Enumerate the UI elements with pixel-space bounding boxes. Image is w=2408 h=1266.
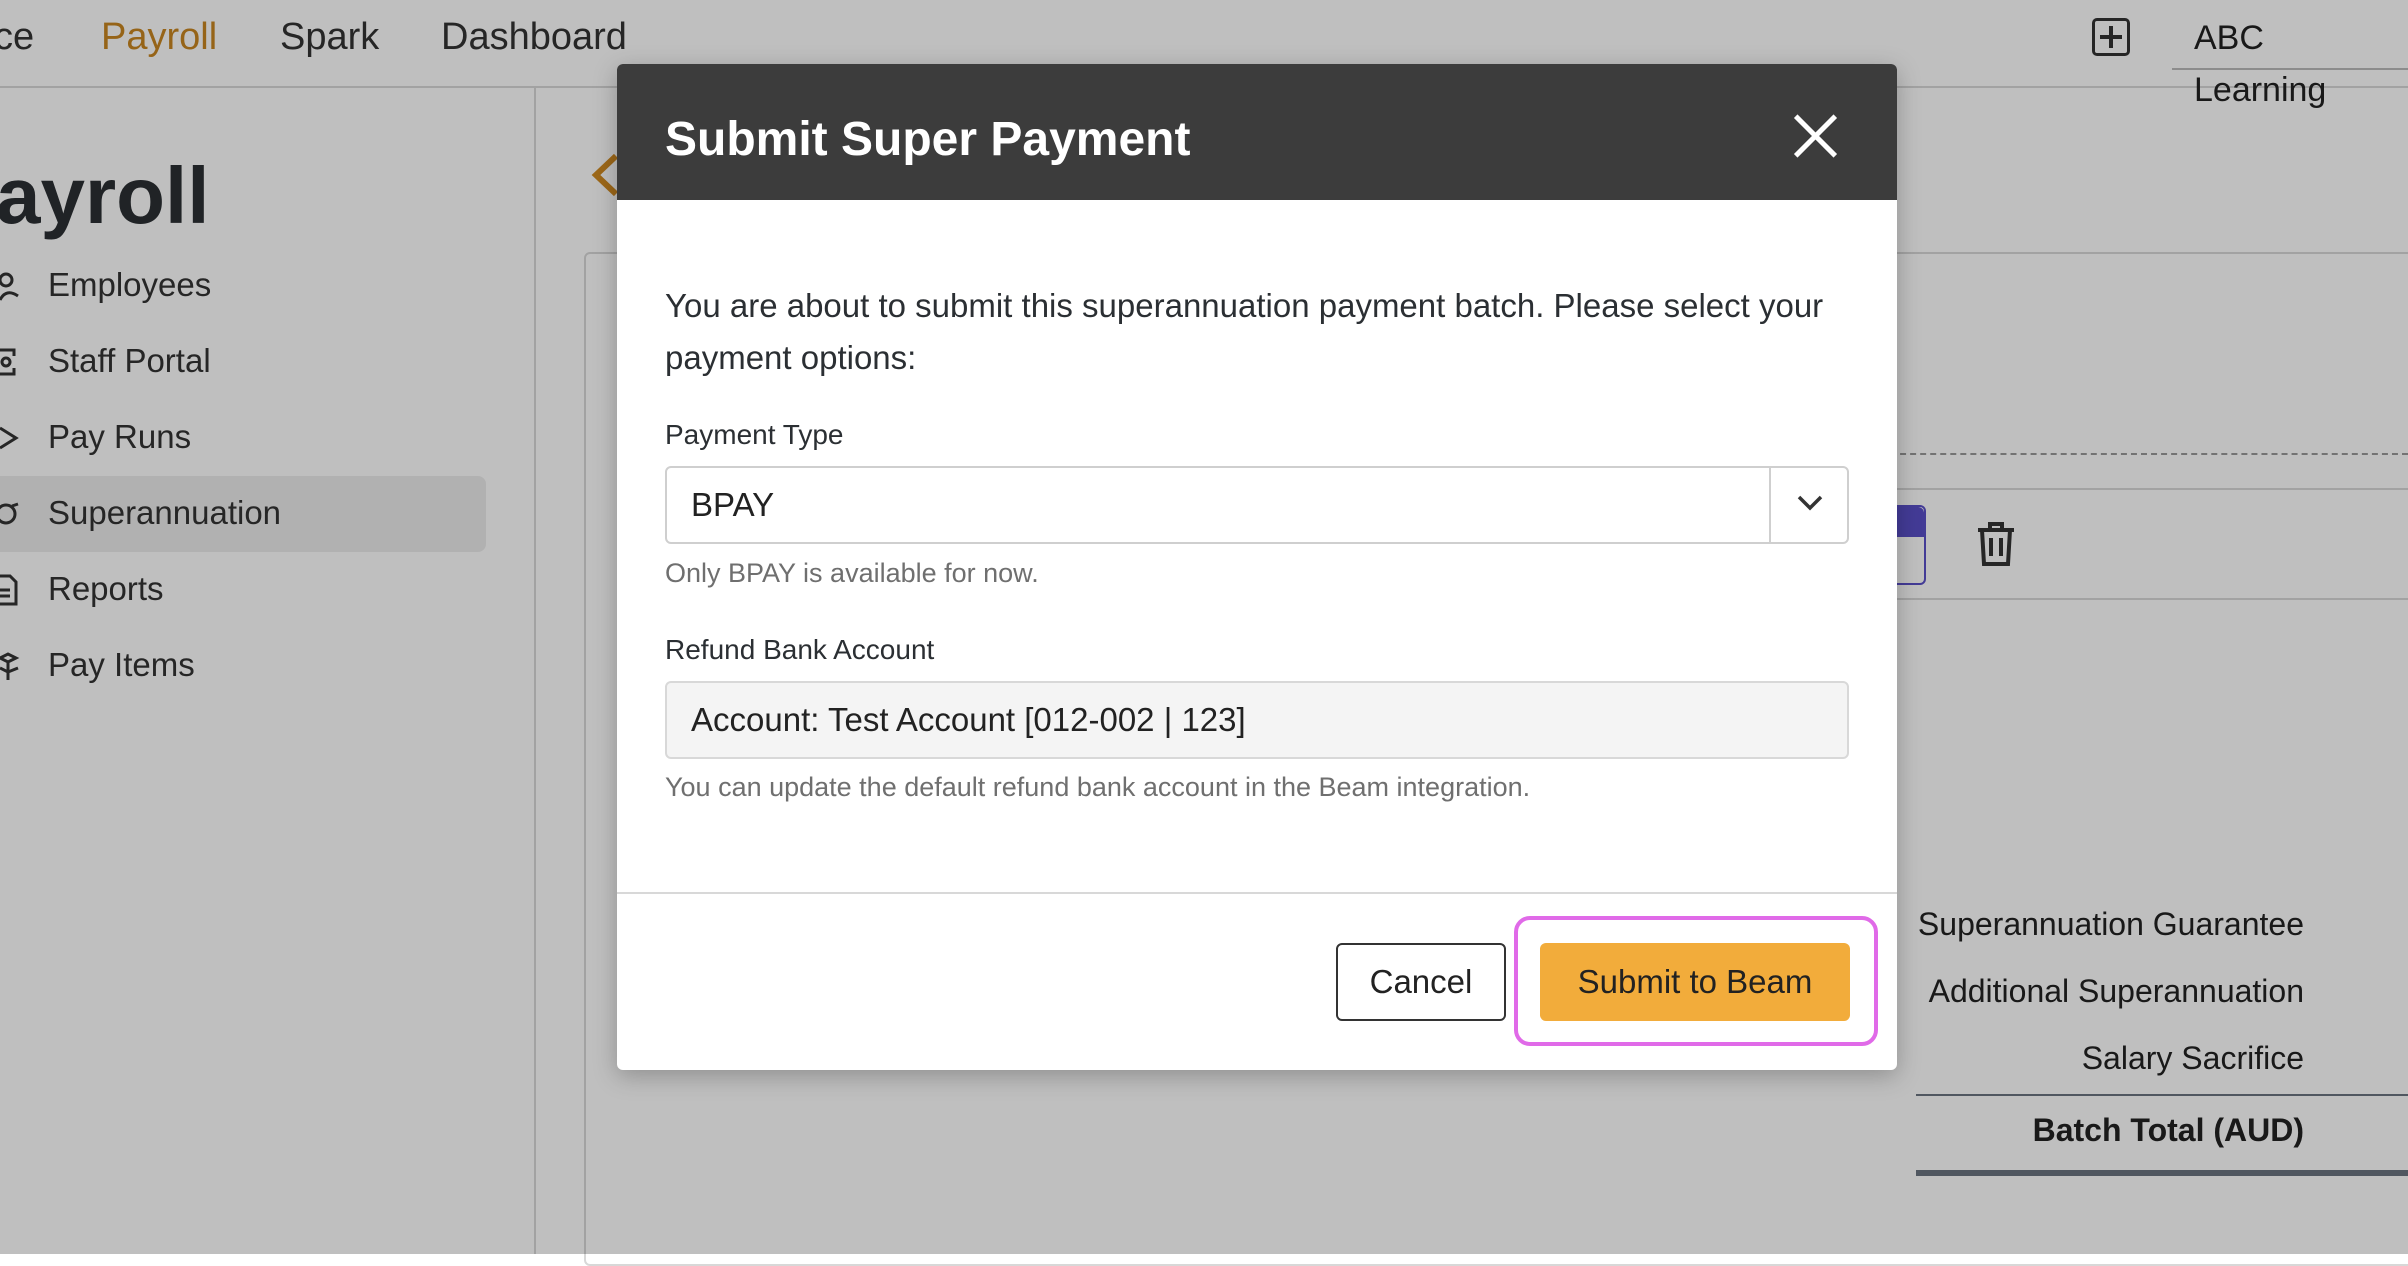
refund-account-field[interactable]: Account: Test Account [012-002 | 123] [665, 681, 1849, 759]
focus-highlight [1514, 916, 1878, 1046]
select-divider [1769, 468, 1771, 542]
payroll-app: ce Payroll Spark Dashboard ABC Learning … [0, 0, 2408, 1266]
refund-account-label: Refund Bank Account [665, 634, 935, 665]
cancel-button[interactable]: Cancel [1336, 943, 1506, 1021]
dialog-header: Submit Super Payment [617, 64, 1897, 200]
payment-type-help: Only BPAY is available for now. [665, 558, 1039, 588]
dialog-title: Submit Super Payment [665, 113, 1191, 166]
refund-account-value: Account: Test Account [012-002 | 123] [691, 701, 1246, 738]
payment-type-label: Payment Type [665, 419, 844, 450]
payment-type-select[interactable]: BPAY [665, 466, 1849, 544]
dialog-intro-text: You are about to submit this superannuat… [665, 287, 1824, 376]
refund-account-help: You can update the default refund bank a… [665, 772, 1531, 802]
dialog-footer-divider [617, 892, 1897, 894]
payment-type-value: BPAY [691, 486, 775, 523]
chevron-down-icon[interactable] [1795, 488, 1825, 518]
close-icon[interactable] [1793, 114, 1837, 158]
